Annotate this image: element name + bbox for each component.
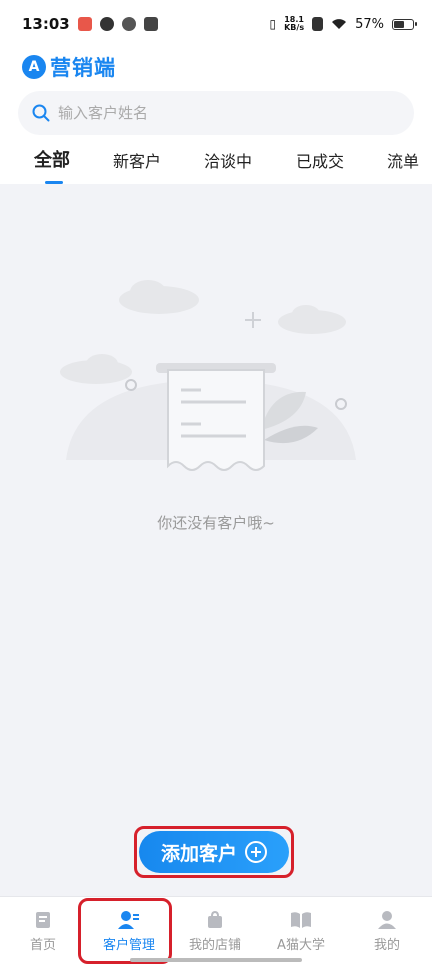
brand-logo-icon: A [22, 55, 46, 79]
tab-lost[interactable]: 流单 [387, 148, 419, 172]
profile-icon [378, 910, 396, 929]
sim-disabled-icon [312, 17, 324, 31]
status-time: 13:03 [22, 15, 70, 33]
battery-fill [394, 20, 404, 28]
tab-negotiating[interactable]: 洽谈中 [204, 148, 252, 172]
header: A 营销端 全部 新客户 洽谈中 已成交 流单 [0, 48, 432, 184]
network-speed-unit: KB/s [284, 23, 305, 32]
tab-closed-deal[interactable]: 已成交 [296, 148, 344, 172]
nav-item-me[interactable]: 我的 [344, 897, 430, 964]
nav-label-me: 我的 [373, 937, 400, 953]
nav-item-customer-management[interactable]: 客户管理 [86, 897, 172, 964]
book-icon [291, 911, 311, 928]
status-left: 13:03 [22, 15, 158, 33]
add-customer-highlight: 添加客户 [134, 826, 294, 878]
vibrate-icon: ▯ [269, 17, 277, 31]
status-bar: 13:03 ▯ 18.1 KB/s 57% [0, 0, 432, 48]
nav-label-home: 首页 [29, 937, 56, 953]
wifi-icon [332, 19, 347, 29]
tab-all[interactable]: 全部 [34, 146, 70, 172]
nav-label-amao-university: A猫大学 [277, 937, 325, 953]
active-tab-indicator [45, 181, 63, 184]
search-bar[interactable] [18, 91, 414, 135]
add-customer-label: 添加客户 [160, 842, 237, 865]
brand-name: 营销端 [50, 56, 116, 80]
empty-state-message: 你还没有客户哦~ [157, 514, 275, 532]
brand: A 营销端 [22, 52, 116, 82]
weibo-icon [99, 17, 114, 31]
status-tabs: 全部 新客户 洽谈中 已成交 流单 [0, 144, 432, 184]
nav-item-home[interactable]: 首页 [0, 897, 86, 964]
battery-icon [392, 18, 417, 30]
nav-item-my-shop[interactable]: 我的店铺 [172, 897, 258, 964]
document-icon [36, 911, 50, 928]
nav-item-amao-university[interactable]: A猫大学 [258, 897, 344, 964]
home-indicator[interactable] [130, 958, 302, 962]
notification-app-icon [77, 17, 92, 31]
customer-management-icon [118, 910, 139, 929]
bottom-navigation: 首页 客户管理 我的店铺 A猫大学 我的 [0, 896, 432, 964]
link-app-icon [121, 17, 136, 31]
status-right: ▯ 18.1 KB/s 57% [269, 16, 417, 32]
tab-new-customers[interactable]: 新客户 [113, 148, 161, 172]
clover-app-icon [143, 17, 158, 31]
search-icon [32, 104, 50, 122]
empty-list-illustration [60, 280, 356, 471]
battery-percent: 57% [355, 16, 384, 32]
search-input[interactable] [58, 104, 358, 122]
add-customer-button[interactable]: 添加客户 [139, 831, 289, 873]
plus-circle-icon [245, 841, 267, 863]
shop-bag-icon [208, 910, 222, 928]
nav-label-customer-management: 客户管理 [102, 937, 155, 953]
nav-label-my-shop: 我的店铺 [188, 937, 241, 953]
network-speed: 18.1 KB/s [284, 16, 304, 32]
